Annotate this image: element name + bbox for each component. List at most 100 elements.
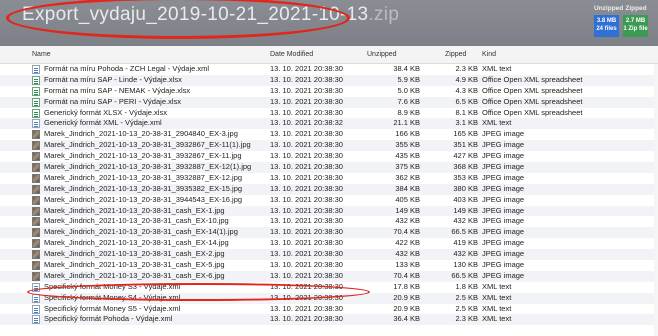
file-date-modified: 13. 10. 2021 20:38:30 [270, 162, 343, 172]
file-date-modified: 13. 10. 2021 20:38:30 [270, 96, 343, 106]
file-unzipped-size: 133 KB [395, 260, 420, 270]
file-kind: XML text [482, 292, 512, 302]
file-zipped-size: 2.5 KB [455, 303, 478, 313]
column-header-kind[interactable]: Kind [482, 51, 496, 58]
xml-file-icon [32, 315, 40, 325]
file-row[interactable]: Marek_Jindrich_2021-10-13_20-38-31_39328… [0, 140, 658, 152]
column-header-unzipped[interactable]: Unzipped [367, 51, 397, 58]
file-name: Marek_Jindrich_2021-10-13_20-38-31_29048… [44, 129, 238, 139]
file-name: Marek_Jindrich_2021-10-13_20-38-31_cash_… [44, 227, 238, 237]
file-date-modified: 13. 10. 2021 20:38:30 [270, 172, 343, 182]
file-zipped-size: 432 KB [453, 249, 478, 259]
file-zipped-size: 66.5 KB [451, 270, 478, 280]
file-row[interactable]: Formát na míru SAP - NEMAK - Výdaje.xlsx… [0, 86, 658, 97]
file-name: Formát na míru SAP - PERI - Výdaje.xlsx [44, 96, 181, 106]
file-row[interactable]: Marek_Jindrich_2021-10-13_20-38-31_cash_… [0, 216, 658, 227]
file-date-modified: 13. 10. 2021 20:38:30 [270, 194, 343, 204]
file-date-modified: 13. 10. 2021 20:38:30 [270, 216, 343, 226]
file-zipped-size: 368 KB [453, 162, 478, 172]
file-row[interactable]: Marek_Jindrich_2021-10-13_20-38-31_29048… [0, 129, 658, 140]
file-date-modified: 13. 10. 2021 20:38:30 [270, 64, 343, 73]
file-name: Marek_Jindrich_2021-10-13_20-38-31_39328… [44, 172, 243, 182]
file-date-modified: 13. 10. 2021 20:38:30 [270, 270, 343, 280]
file-row[interactable]: Marek_Jindrich_2021-10-13_20-38-31_cash_… [0, 260, 658, 271]
jpeg-file-icon [32, 130, 40, 140]
file-row[interactable]: Marek_Jindrich_2021-10-13_20-38-31_39353… [0, 183, 658, 195]
file-zipped-size: 149 KB [453, 205, 478, 215]
file-date-modified: 13. 10. 2021 20:38:30 [270, 107, 343, 117]
file-zipped-size: 130 KB [453, 260, 478, 270]
xml-file-icon [32, 119, 40, 129]
vertical-scrollbar[interactable] [654, 64, 658, 336]
file-row[interactable]: Marek_Jindrich_2021-10-13_20-38-31_cash_… [0, 238, 658, 249]
file-row[interactable]: Formát na míru SAP - PERI - Výdaje.xlsx 1… [0, 96, 658, 108]
file-kind: JPEG image [482, 238, 525, 248]
file-zipped-size: 2.3 KB [455, 64, 478, 73]
file-name: Specifický formát Money S5 - Výdaje.xml [44, 303, 181, 313]
file-unzipped-size: 375 KB [395, 162, 420, 172]
file-row[interactable]: Formát na míru SAP - Linde - Výdaje.xlsx… [0, 74, 658, 86]
file-row[interactable]: Marek_Jindrich_2021-10-13_20-38-31_39328… [0, 162, 658, 173]
xlsx-file-icon [32, 75, 40, 85]
file-kind: JPEG image [482, 183, 525, 193]
column-header-date[interactable]: Date Modified [270, 51, 313, 58]
file-name: Marek_Jindrich_2021-10-13_20-38-31_39328… [44, 162, 252, 172]
file-row[interactable]: Marek_Jindrich_2021-10-13_20-38-31_39445… [0, 195, 658, 206]
xlsx-file-icon [32, 86, 40, 96]
file-kind: JPEG image [482, 260, 525, 270]
zipped-badge-label: Zipped [625, 5, 647, 12]
file-row[interactable]: Generický formát XML - Výdaje.xml 13. 10.… [0, 118, 658, 130]
row-highlight-annotation [27, 283, 370, 301]
file-row[interactable]: Marek_Jindrich_2021-10-13_20-38-31_cash_… [0, 227, 658, 239]
file-unzipped-size: 362 KB [395, 172, 420, 182]
jpeg-file-icon [32, 184, 40, 194]
file-name: Marek_Jindrich_2021-10-13_20-38-31_cash_… [44, 260, 225, 270]
file-kind: JPEG image [482, 205, 525, 215]
file-unzipped-size: 7.6 KB [397, 96, 420, 106]
file-row[interactable]: Formát na míru Pohoda - ZCH Legal - Výda… [0, 64, 658, 75]
file-unzipped-size: 5.9 KB [397, 74, 420, 84]
file-zipped-size: 4.9 KB [455, 74, 478, 84]
xlsx-file-icon [32, 108, 40, 118]
file-kind: XML text [482, 303, 512, 313]
file-kind: XML text [482, 118, 512, 128]
file-name: Marek_Jindrich_2021-10-13_20-38-31_39353… [44, 183, 243, 193]
file-unzipped-size: 384 KB [395, 183, 420, 193]
file-kind: JPEG image [482, 162, 525, 172]
file-row[interactable]: Specifický formát Pohoda - Výdaje.xml 13.… [0, 314, 658, 326]
file-date-modified: 13. 10. 2021 20:38:32 [270, 118, 343, 128]
file-unzipped-size: 405 KB [395, 194, 420, 204]
file-row[interactable]: Marek_Jindrich_2021-10-13_20-38-31_39328… [0, 151, 658, 162]
file-date-modified: 13. 10. 2021 20:38:30 [270, 140, 343, 150]
file-unzipped-size: 5.0 KB [397, 85, 420, 95]
file-unzipped-size: 70.4 KB [393, 270, 420, 280]
column-header-name[interactable]: Name [32, 51, 51, 58]
file-zipped-size: 8.1 KB [455, 107, 478, 117]
file-row[interactable]: Marek_Jindrich_2021-10-13_20-38-31_cash_… [0, 249, 658, 261]
file-kind: XML text [482, 281, 512, 291]
file-name: Formát na míru Pohoda - ZCH Legal - Výda… [44, 64, 210, 73]
file-zipped-size: 4.3 KB [455, 85, 478, 95]
badge-labels: Unzipped Zipped [590, 5, 650, 12]
file-row[interactable]: Specifický formát Money S5 - Výdaje.xml 1… [0, 304, 658, 315]
file-date-modified: 13. 10. 2021 20:38:30 [270, 74, 343, 84]
jpeg-file-icon [32, 228, 40, 238]
file-row[interactable]: Marek_Jindrich_2021-10-13_20-38-31_cash_… [0, 205, 658, 217]
file-zipped-size: 351 KB [453, 140, 478, 150]
file-unzipped-size: 355 KB [395, 140, 420, 150]
column-header-zipped[interactable]: Zipped [445, 51, 466, 58]
jpeg-file-icon [32, 261, 40, 271]
jpeg-file-icon [32, 250, 40, 260]
file-zipped-size: 432 KB [453, 216, 478, 226]
file-date-modified: 13. 10. 2021 20:38:30 [270, 249, 343, 259]
file-unzipped-size: 38.4 KB [393, 64, 420, 73]
file-date-modified: 13. 10. 2021 20:38:30 [270, 205, 343, 215]
file-zipped-size: 2.5 KB [455, 292, 478, 302]
file-row[interactable]: Generický formát XLSX - Výdaje.xlsx 13. 1… [0, 108, 658, 119]
file-name: Marek_Jindrich_2021-10-13_20-38-31_cash_… [44, 238, 229, 248]
file-row[interactable]: Marek_Jindrich_2021-10-13_20-38-31_cash_… [0, 270, 658, 282]
file-name: Marek_Jindrich_2021-10-13_20-38-31_39328… [44, 151, 242, 161]
file-name: Specifický formát Pohoda - Výdaje.xml [44, 314, 173, 324]
file-kind: JPEG image [482, 129, 525, 139]
file-row[interactable]: Marek_Jindrich_2021-10-13_20-38-31_39328… [0, 173, 658, 184]
